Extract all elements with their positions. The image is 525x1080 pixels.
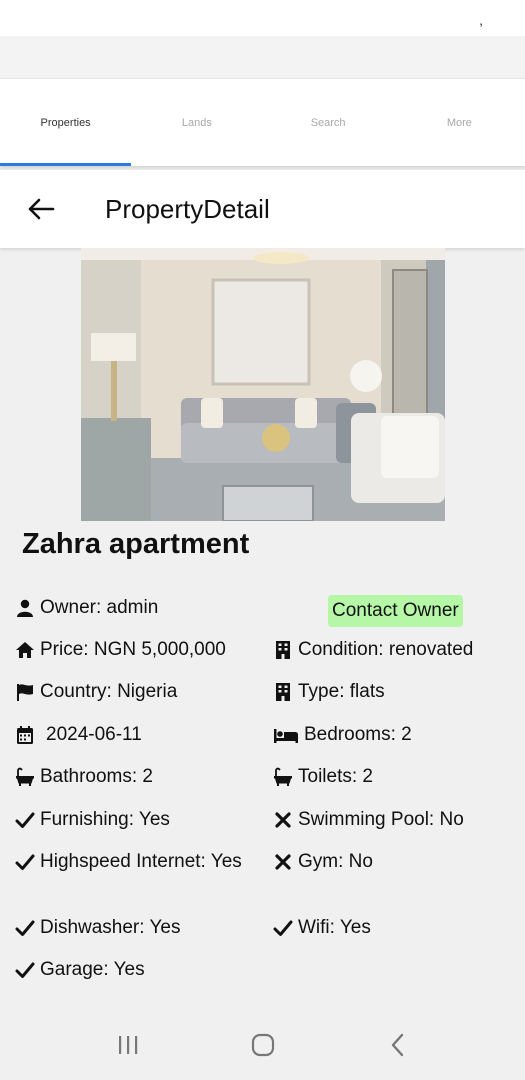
detail-row: 2024-06-11 Bedrooms: 2 bbox=[0, 720, 525, 750]
calendar-icon bbox=[14, 724, 36, 746]
top-spacer bbox=[0, 36, 525, 78]
detail-row: Country: Nigeria Type: flats bbox=[0, 677, 525, 707]
bedrooms-text: Bedrooms: 2 bbox=[304, 724, 412, 745]
arrow-left-icon bbox=[28, 198, 55, 220]
tab-bar: Properties Lands Search More bbox=[0, 78, 525, 166]
detail-row: Bathrooms: 2 Toilets: 2 bbox=[0, 762, 525, 792]
detail-row: Furnishing: Yes Swimming Pool: No bbox=[0, 805, 525, 835]
toilets-text: Toilets: 2 bbox=[298, 766, 373, 787]
home-icon bbox=[14, 639, 36, 661]
bath-icon bbox=[272, 766, 294, 788]
date-text: 2024-06-11 bbox=[46, 724, 142, 745]
cross-icon bbox=[272, 809, 294, 831]
swimming-pool-item: Swimming Pool: No bbox=[272, 805, 464, 835]
furnishing-item: Furnishing: Yes bbox=[14, 805, 170, 835]
property-name: Zahra apartment bbox=[22, 528, 250, 560]
gym-item: Gym: No bbox=[272, 847, 373, 877]
type-text: Type: flats bbox=[298, 681, 385, 702]
type-item: Type: flats bbox=[272, 677, 385, 707]
status-mark: , bbox=[479, 12, 483, 28]
check-icon bbox=[14, 917, 36, 939]
furnishing-text: Furnishing: Yes bbox=[40, 809, 170, 830]
home-button[interactable] bbox=[233, 1020, 293, 1070]
price-text: Price: NGN 5,000,000 bbox=[40, 639, 226, 660]
internet-text: Highspeed Internet: Yes bbox=[40, 851, 242, 872]
flag-icon bbox=[14, 681, 36, 703]
user-icon bbox=[14, 597, 36, 619]
country-text: Country: Nigeria bbox=[40, 681, 178, 702]
internet-item: Highspeed Internet: Yes bbox=[14, 847, 242, 877]
property-photo bbox=[81, 248, 445, 521]
building-icon bbox=[272, 681, 294, 703]
check-icon bbox=[14, 809, 36, 831]
wifi-text: Wifi: Yes bbox=[298, 917, 371, 938]
recent-apps-button[interactable] bbox=[98, 1020, 158, 1070]
app-bar: PropertyDetail bbox=[0, 170, 525, 248]
wifi-item: Wifi: Yes bbox=[272, 913, 371, 943]
bed-icon bbox=[272, 724, 300, 746]
dishwasher-text: Dishwasher: Yes bbox=[40, 917, 181, 938]
owner-text: Owner: admin bbox=[40, 597, 159, 618]
check-icon bbox=[14, 959, 36, 981]
back-nav-button[interactable] bbox=[368, 1020, 428, 1070]
check-icon bbox=[272, 917, 294, 939]
page-title: PropertyDetail bbox=[105, 193, 270, 224]
price-item: Price: NGN 5,000,000 bbox=[14, 635, 226, 665]
toilets-item: Toilets: 2 bbox=[272, 762, 373, 792]
tab-properties[interactable]: Properties bbox=[0, 79, 132, 166]
condition-text: Condition: renovated bbox=[298, 639, 474, 660]
gym-text: Gym: No bbox=[298, 851, 373, 872]
detail-row: Dishwasher: Yes Wifi: Yes bbox=[0, 913, 525, 943]
chevron-left-icon bbox=[391, 1033, 403, 1057]
bathrooms-item: Bathrooms: 2 bbox=[14, 762, 153, 792]
status-bar: , bbox=[0, 0, 525, 36]
bathrooms-text: Bathrooms: 2 bbox=[40, 766, 153, 787]
building-icon bbox=[272, 639, 294, 661]
detail-row: Price: NGN 5,000,000 Condition: renovate… bbox=[0, 635, 525, 665]
detail-row: Garage: Yes bbox=[0, 955, 525, 985]
tab-search[interactable]: Search bbox=[263, 79, 394, 166]
garage-text: Garage: Yes bbox=[40, 959, 145, 980]
detail-row: Owner: admin bbox=[0, 593, 525, 623]
swimming-pool-text: Swimming Pool: No bbox=[298, 809, 464, 830]
tab-lands[interactable]: Lands bbox=[131, 79, 262, 166]
cross-icon bbox=[272, 851, 294, 873]
system-nav-bar bbox=[0, 1010, 525, 1080]
back-button[interactable] bbox=[0, 170, 82, 248]
condition-item: Condition: renovated bbox=[272, 635, 473, 665]
bedrooms-item: Bedrooms: 2 bbox=[272, 720, 412, 750]
garage-item: Garage: Yes bbox=[14, 955, 145, 985]
detail-row: Highspeed Internet: Yes Gym: No bbox=[0, 847, 525, 877]
date-item: 2024-06-11 bbox=[14, 720, 142, 750]
dishwasher-item: Dishwasher: Yes bbox=[14, 913, 180, 943]
bath-icon bbox=[14, 766, 36, 788]
owner-item: Owner: admin bbox=[14, 593, 158, 623]
tab-more[interactable]: More bbox=[394, 79, 525, 166]
recents-icon bbox=[118, 1036, 137, 1054]
home-circle-icon bbox=[251, 1033, 274, 1057]
check-icon bbox=[14, 851, 36, 873]
country-item: Country: Nigeria bbox=[14, 677, 177, 707]
